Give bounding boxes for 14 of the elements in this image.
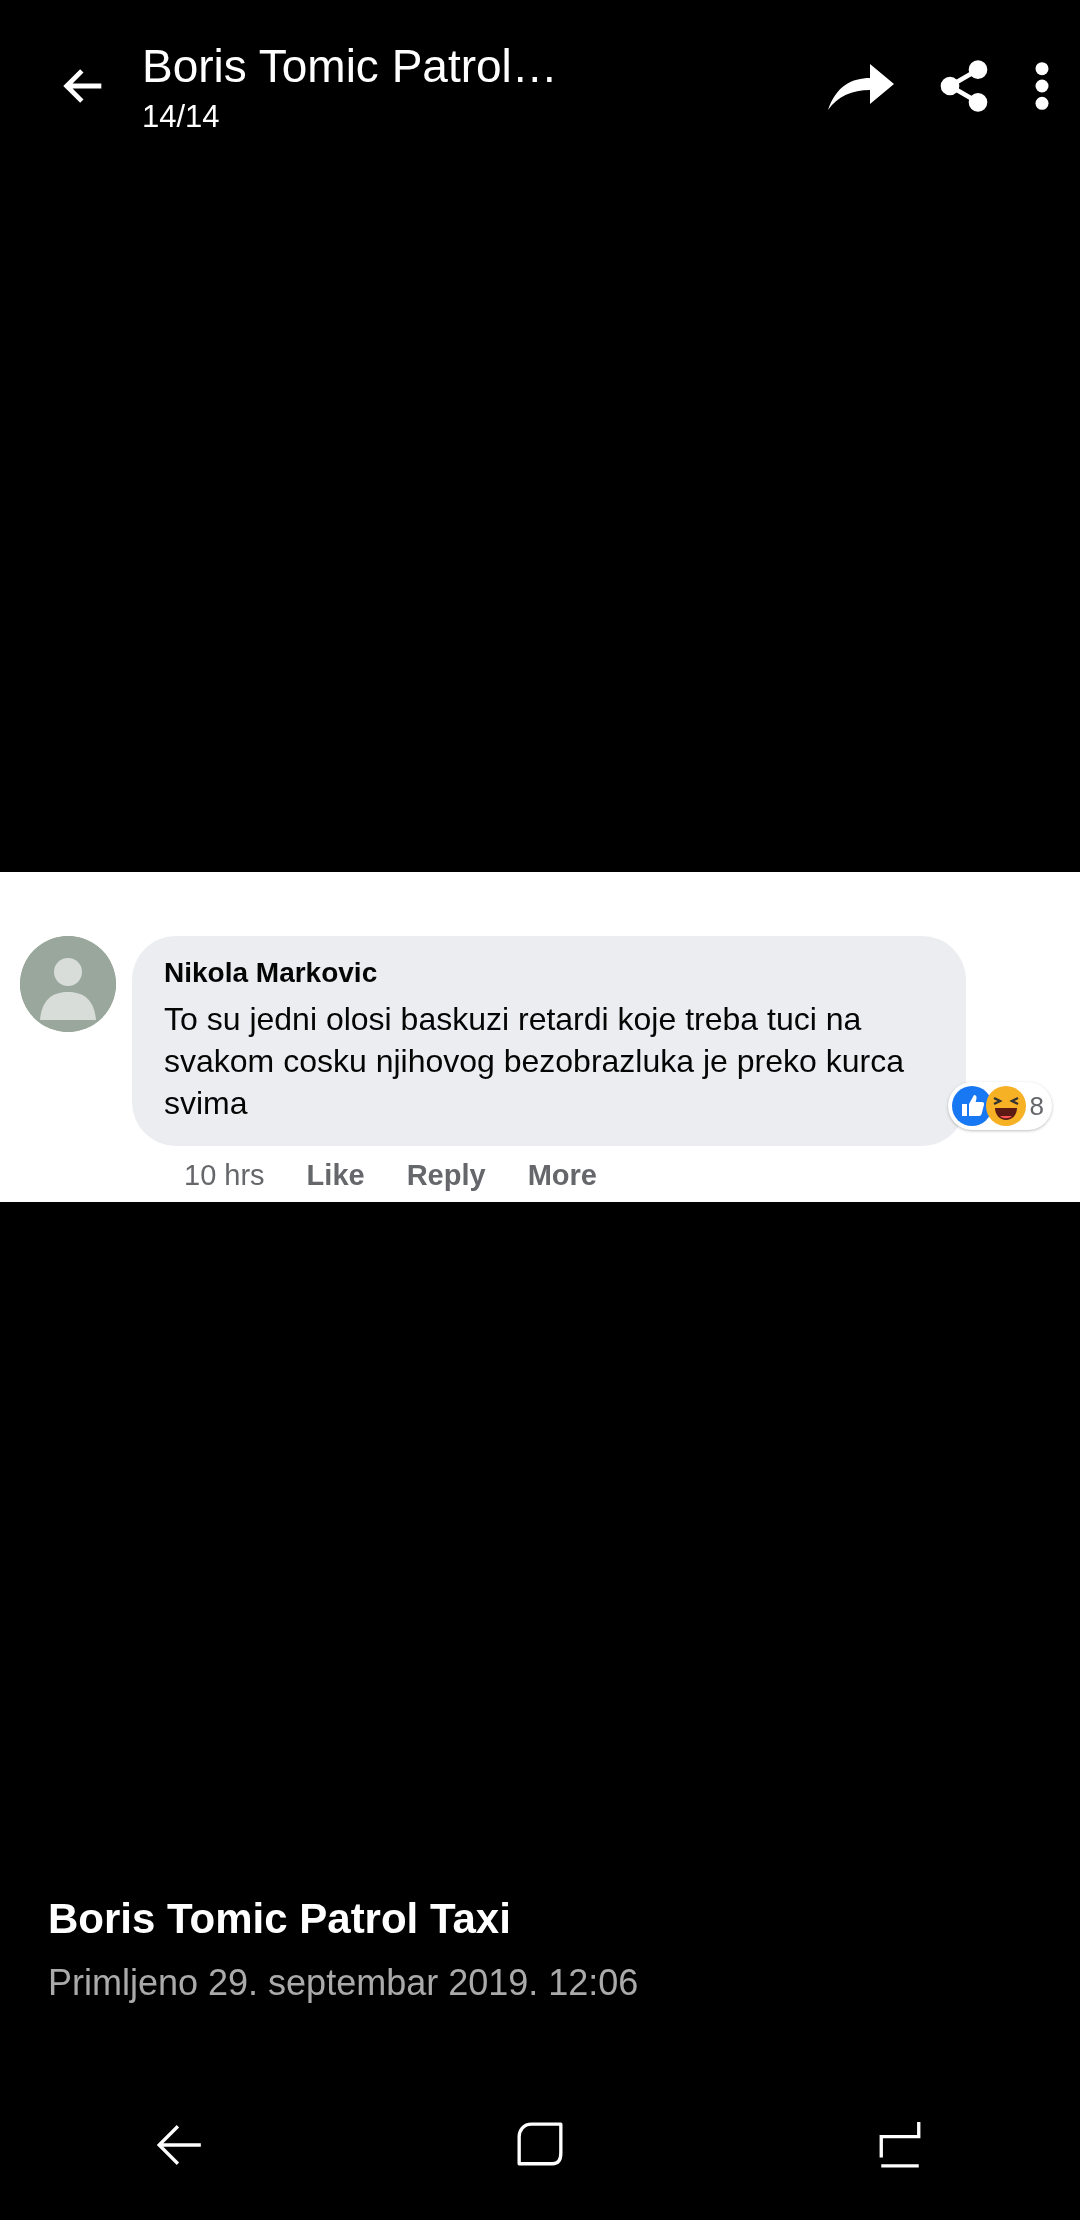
comment-action-link[interactable]: Reply bbox=[406, 1154, 486, 1198]
like-icon bbox=[951, 1086, 992, 1126]
photo-counter: 14/14 bbox=[142, 98, 221, 137]
caption-title: Boris Tomic Patrol Taxi bbox=[48, 1894, 512, 1944]
comment-author: Nikola Markovic bbox=[164, 956, 379, 990]
reaction-count: 8 bbox=[1029, 1089, 1044, 1123]
comment-time: 10 hrs bbox=[184, 1158, 265, 1193]
comment-action-link[interactable]: Like bbox=[306, 1154, 365, 1198]
avatar-icon bbox=[20, 936, 116, 1032]
photo-title: Boris Tomic Patrol… bbox=[142, 39, 559, 95]
laughing-face-icon bbox=[985, 1086, 1026, 1126]
comment-text: To su jedni olosi baskuzi retardi koje treba tuci na svakom cosku njihovog bezobrazluka je preko kurca svima bbox=[164, 1000, 905, 1123]
caption-date: Primljeno 29. septembar 2019. 12:06 bbox=[48, 1961, 640, 2005]
comment-action-link[interactable]: More bbox=[527, 1154, 597, 1198]
